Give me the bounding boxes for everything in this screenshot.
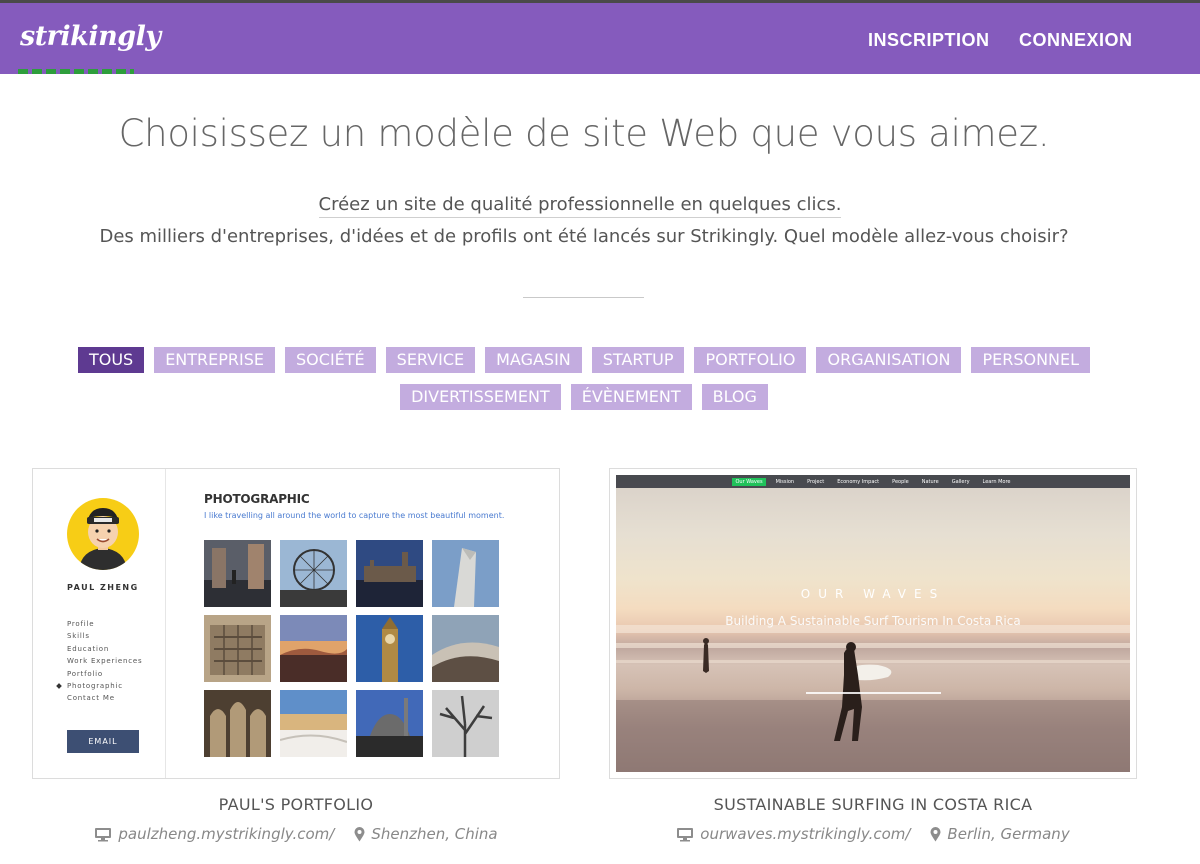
portfolio-section-title: PHOTOGRAPHIC	[204, 492, 310, 506]
filter-entreprise[interactable]: ENTREPRISE	[154, 347, 276, 373]
photo-thumbnail	[280, 615, 347, 682]
filter-service[interactable]: SERVICE	[385, 347, 476, 373]
portfolio-section-quote: I like travelling all around the world t…	[204, 511, 505, 520]
cartoon-avatar-icon	[79, 508, 127, 570]
template-meta-pauls-portfolio: paulzheng.mystrikingly.com/Shenzhen, Chi…	[32, 825, 560, 843]
page-title: Choisissez un modèle de site Web que vou…	[118, 112, 1050, 155]
portfolio-sidebar: PAUL ZHENG Profile Skills Education Work…	[33, 469, 166, 778]
template-meta-sustainable-surfing: ourwaves.mystrikingly.com/Berlin, German…	[609, 825, 1137, 843]
portfolio-menu-item: Portfolio	[67, 669, 103, 678]
surf-preview-divider	[806, 692, 941, 694]
surf-hero-image: Our Waves Mission Project Economy Impact…	[616, 475, 1130, 772]
template-location: Shenzhen, China	[371, 825, 498, 843]
signup-link[interactable]: INSCRIPTION	[868, 30, 990, 51]
category-filter-row-1: TOUS ENTREPRISE SOCIÉTÉ SERVICE MAGASIN …	[0, 347, 1168, 373]
subtitle-link[interactable]: Créez un site de qualité professionnelle…	[318, 194, 842, 218]
section-divider	[523, 297, 644, 298]
template-name-sustainable-surfing[interactable]: SUSTAINABLE SURFING IN COSTA RICA	[609, 795, 1137, 814]
login-link[interactable]: CONNEXION	[1019, 30, 1133, 51]
filter-societe[interactable]: SOCIÉTÉ	[285, 347, 376, 373]
monitor-icon	[677, 828, 694, 842]
portfolio-email-button: EMAIL	[67, 730, 139, 753]
filter-tous[interactable]: TOUS	[77, 347, 145, 373]
template-location: Berlin, Germany	[947, 825, 1070, 843]
map-pin-icon	[930, 827, 941, 842]
portfolio-menu-item: Skills	[67, 632, 90, 641]
surf-nav-item: Nature	[921, 478, 939, 485]
photo-thumbnail	[280, 540, 347, 607]
portfolio-menu-item: Education	[67, 644, 110, 653]
avatar	[67, 498, 139, 570]
surf-preview-title: OUR WAVES	[800, 587, 946, 601]
surf-nav-item-current: Our Waves	[732, 477, 766, 486]
photo-thumbnail	[356, 540, 423, 607]
surf-nav-item: Economy Impact	[837, 478, 880, 485]
photo-thumbnail	[432, 540, 499, 607]
surf-nav-item: Learn More	[982, 478, 1011, 485]
logo-underline-decoration	[18, 69, 134, 74]
photo-grid	[204, 540, 499, 757]
filter-startup[interactable]: STARTUP	[591, 347, 685, 373]
portfolio-menu: Profile Skills Education Work Experience…	[67, 618, 142, 705]
photo-thumbnail	[204, 615, 271, 682]
template-url[interactable]: ourwaves.mystrikingly.com/	[700, 825, 910, 843]
subtitle-link-line: Créez un site de qualité professionnelle…	[0, 194, 1160, 218]
filter-organisation[interactable]: ORGANISATION	[816, 347, 962, 373]
top-navigation-bar: strikingly INSCRIPTION CONNEXION	[0, 0, 1200, 74]
portfolio-menu-item: Work Experiences	[67, 657, 143, 666]
portfolio-menu-item: Profile	[67, 620, 95, 628]
photo-thumbnail	[204, 540, 271, 607]
photo-thumbnail	[280, 690, 347, 757]
photo-thumbnail	[204, 690, 271, 757]
filter-blog[interactable]: BLOG	[701, 384, 768, 410]
template-card-sustainable-surfing[interactable]: Our Waves Mission Project Economy Impact…	[609, 468, 1137, 779]
filter-portfolio[interactable]: PORTFOLIO	[694, 347, 807, 373]
template-card-pauls-portfolio[interactable]: PAUL ZHENG Profile Skills Education Work…	[32, 468, 560, 779]
surf-nav-item: Project	[807, 478, 825, 485]
surf-nav-item: Gallery	[951, 478, 970, 485]
surf-nav-item: People	[892, 478, 909, 485]
portfolio-menu-item: Contact Me	[67, 694, 115, 703]
photo-thumbnail	[356, 615, 423, 682]
filter-personnel[interactable]: PERSONNEL	[971, 347, 1091, 373]
subtitle-text: Des milliers d'entreprises, d'idées et d…	[99, 226, 1069, 247]
monitor-icon	[95, 828, 112, 842]
category-filter-row-2: DIVERTISSEMENT ÉVÈNEMENT BLOG	[0, 384, 1168, 410]
filter-divertissement[interactable]: DIVERTISSEMENT	[400, 384, 561, 410]
strikingly-logo[interactable]: strikingly	[20, 21, 161, 52]
photo-thumbnail	[432, 615, 499, 682]
filter-magasin[interactable]: MAGASIN	[485, 347, 582, 373]
portfolio-menu-item-current: Photographic	[67, 680, 142, 692]
photo-thumbnail	[356, 690, 423, 757]
surf-preview-nav: Our Waves Mission Project Economy Impact…	[616, 475, 1130, 488]
template-url[interactable]: paulzheng.mystrikingly.com/	[118, 825, 334, 843]
filter-evenement[interactable]: ÉVÈNEMENT	[570, 384, 692, 410]
surf-nav-item: Mission	[775, 478, 795, 485]
surf-preview-subtitle: Building A Sustainable Surf Tourism In C…	[725, 614, 1021, 628]
portfolio-person-name: PAUL ZHENG	[67, 583, 139, 592]
photo-thumbnail	[432, 690, 499, 757]
map-pin-icon	[354, 827, 365, 842]
template-name-pauls-portfolio[interactable]: PAUL'S PORTFOLIO	[32, 795, 560, 814]
